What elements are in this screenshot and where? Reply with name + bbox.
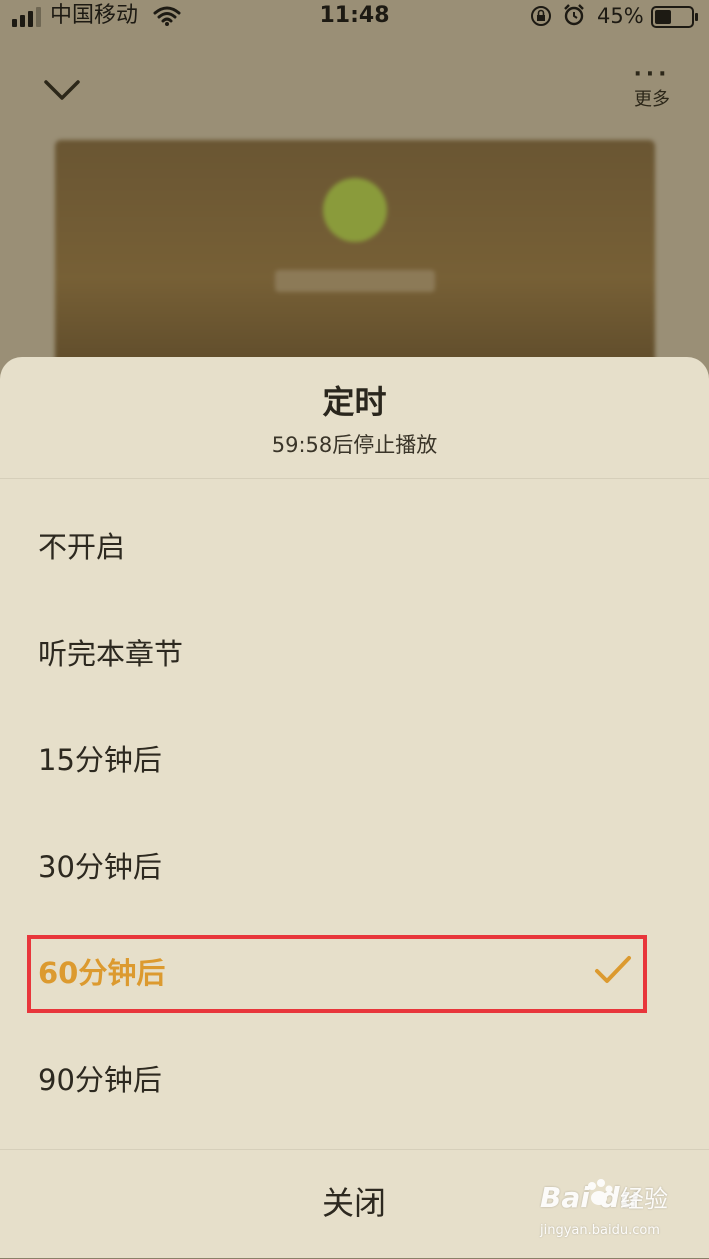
battery-percent: 45% — [597, 4, 644, 28]
more-button[interactable]: ··· 更多 — [622, 62, 682, 128]
option-label: 听完本章节 — [38, 637, 184, 671]
watermark-site: jingyan.baidu.com — [540, 1223, 660, 1238]
more-label: 更多 — [634, 89, 670, 110]
timer-option-end-of-chapter[interactable]: 听完本章节 — [0, 601, 709, 707]
timer-option-90-min[interactable]: 90分钟后 — [0, 1027, 709, 1133]
sheet-subtitle: 59:58后停止播放 — [271, 433, 438, 457]
close-button[interactable]: 关闭 — [254, 1170, 454, 1236]
timer-sheet: 定时 59:58后停止播放 不开启 听完本章节 15分钟后 30分钟后 60分钟… — [0, 357, 709, 1258]
option-label: 30分钟后 — [38, 850, 162, 884]
sheet-title: 定时 — [322, 383, 387, 421]
more-icon: ··· — [633, 62, 671, 87]
annotation-highlight-box — [27, 935, 647, 1013]
rotation-lock-icon — [531, 6, 551, 26]
chevron-down-icon[interactable] — [40, 72, 84, 108]
timer-option-30-min[interactable]: 30分钟后 — [0, 814, 709, 920]
album-cover-image — [55, 140, 655, 370]
cover-band — [275, 270, 435, 292]
option-label: 不开启 — [38, 530, 126, 564]
watermark-name: 经验 — [620, 1185, 668, 1213]
timer-option-15-min[interactable]: 15分钟后 — [0, 707, 709, 813]
timer-option-off[interactable]: 不开启 — [0, 494, 709, 600]
status-bar: 中国移动 11:48 45% — [0, 0, 709, 34]
cover-emblem — [323, 178, 387, 242]
sheet-header: 定时 59:58后停止播放 — [0, 357, 709, 479]
option-label: 90分钟后 — [38, 1063, 162, 1097]
paw-icon — [588, 1179, 613, 1205]
option-label: 15分钟后 — [38, 743, 162, 777]
battery-icon — [651, 6, 698, 28]
baidu-jingyan-watermark: Bai du 经验 jingyan.baidu.com — [540, 1178, 700, 1248]
alarm-icon — [564, 4, 584, 26]
